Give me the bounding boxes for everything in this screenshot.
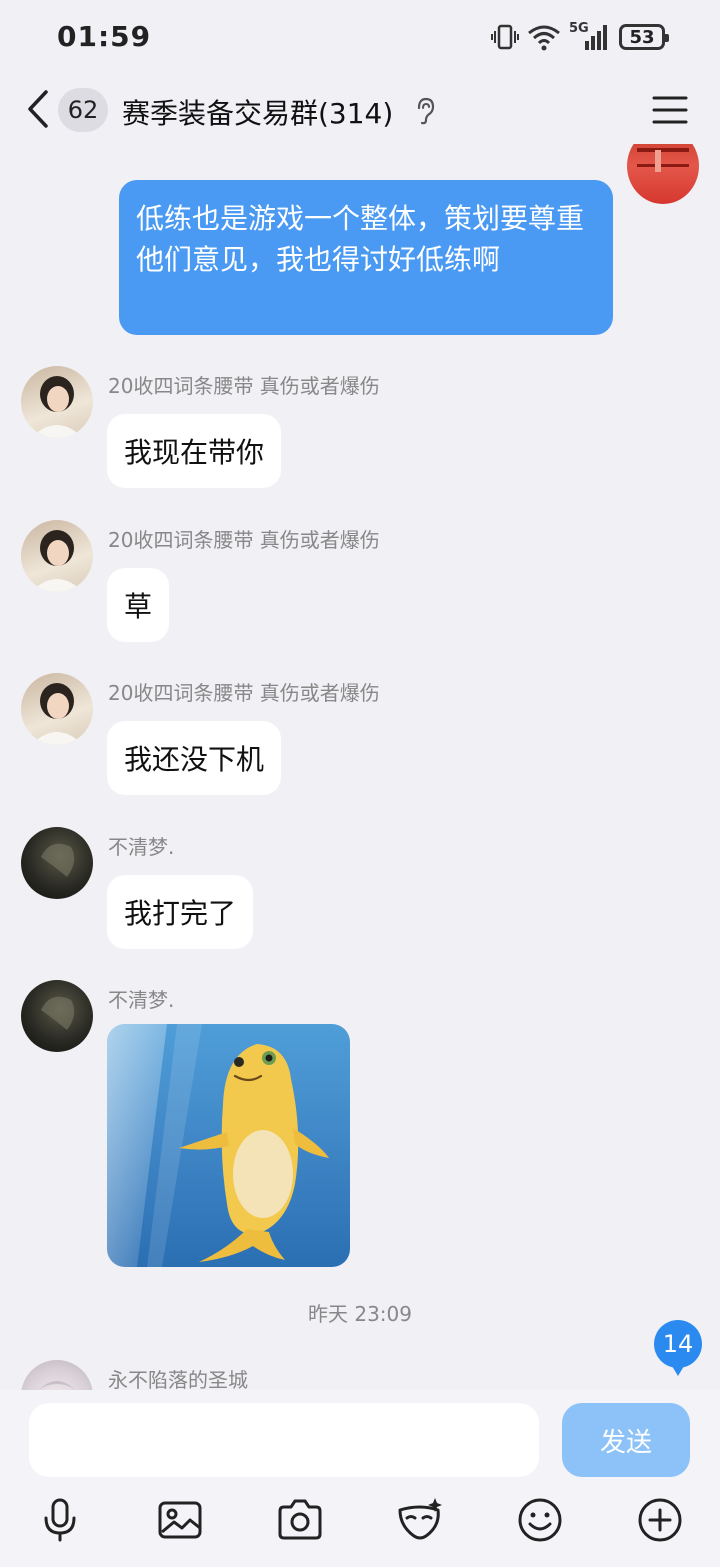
sender-avatar[interactable] (21, 827, 93, 899)
sender-name: 永不陷落的圣城 (108, 1368, 248, 1390)
wifi-icon (528, 25, 560, 51)
menu-icon[interactable] (650, 94, 690, 126)
sender-avatar[interactable] (21, 1360, 93, 1390)
unread-count-badge[interactable]: 62 (58, 88, 108, 132)
sender-avatar[interactable] (21, 520, 93, 592)
input-bar: 发送 (0, 1390, 720, 1567)
ear-icon[interactable] (413, 96, 437, 126)
battery-indicator: 53 (619, 24, 669, 50)
signal-icon: 5G (569, 21, 611, 51)
sender-name: 20收四词条腰带 真伤或者爆伤 (108, 374, 380, 398)
sender-avatar[interactable] (21, 673, 93, 745)
status-bar: 01:59 5G 53 (0, 0, 720, 74)
self-message-bubble[interactable]: 低练也是游戏一个整体，策划要尊重他们意见，我也得讨好低练啊 (119, 180, 613, 335)
status-time: 01:59 (57, 20, 152, 53)
status-icons: 5G 53 (491, 21, 669, 52)
message-bubble[interactable]: 我还没下机 (107, 721, 282, 795)
vibrate-icon (491, 24, 519, 50)
sender-name: 不清梦. (108, 835, 175, 859)
sender-name: 20收四词条腰带 真伤或者爆伤 (108, 528, 380, 552)
self-avatar[interactable] (627, 144, 699, 204)
sender-avatar[interactable] (21, 366, 93, 438)
group-title[interactable]: 赛季装备交易群(314) (122, 92, 393, 132)
message-list[interactable]: 低练也是游戏一个整体，策划要尊重他们意见，我也得讨好低练啊 20收四词条腰带 真… (0, 144, 720, 1390)
message-bubble[interactable]: 我现在带你 (107, 414, 282, 488)
sender-name: 20收四词条腰带 真伤或者爆伤 (108, 681, 380, 705)
mic-icon[interactable] (36, 1496, 84, 1544)
timestamp-separator: 昨天 23:09 (308, 1302, 412, 1326)
mask-icon[interactable] (396, 1496, 444, 1544)
plus-icon[interactable] (636, 1496, 684, 1544)
message-bubble[interactable]: 我打完了 (107, 875, 254, 949)
message-input[interactable] (29, 1403, 539, 1477)
message-bubble[interactable]: 草 (107, 568, 170, 642)
camera-icon[interactable] (276, 1496, 324, 1544)
image-icon[interactable] (156, 1496, 204, 1544)
new-message-badge[interactable]: 14 (654, 1320, 702, 1376)
chat-header: 62 赛季装备交易群(314) (0, 74, 720, 144)
sender-avatar[interactable] (21, 980, 93, 1052)
sticker-image[interactable] (107, 1024, 350, 1267)
send-button[interactable]: 发送 (562, 1403, 690, 1477)
sender-name: 不清梦. (108, 988, 175, 1012)
back-arrow-icon[interactable] (18, 84, 58, 134)
emoji-icon[interactable] (516, 1496, 564, 1544)
